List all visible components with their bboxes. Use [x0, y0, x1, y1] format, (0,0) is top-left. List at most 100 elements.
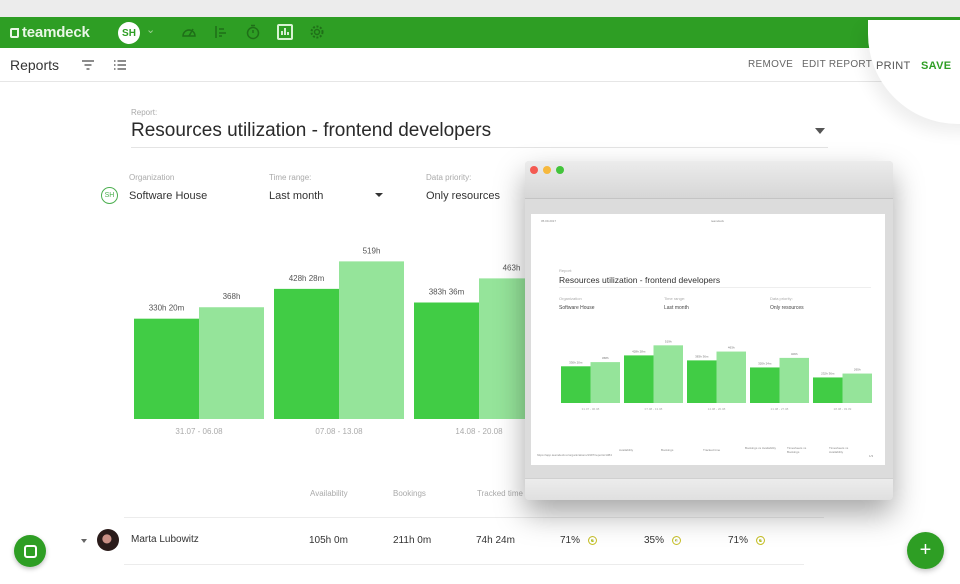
print-time-range: Last month [664, 305, 689, 311]
x-tick-label: 28.08 - 03.09 [834, 407, 852, 411]
dashboard-icon[interactable] [181, 24, 197, 40]
bar-value-label: 463h [728, 346, 735, 350]
bar-bookings [716, 351, 746, 403]
caret-down-icon[interactable] [375, 193, 383, 197]
app-logo[interactable]: teamdeck [10, 24, 90, 41]
print-time-range-label: Time range: [664, 296, 686, 301]
bar-value-label: 463h [503, 263, 521, 272]
bar-value-label: 406h [791, 352, 798, 356]
organization-label: Organization [129, 173, 175, 182]
reports-icon[interactable] [277, 24, 293, 40]
bar-availability [414, 302, 479, 419]
add-button[interactable]: + [907, 532, 944, 569]
bookings-vs-availability-cell: 71% [560, 535, 581, 546]
divider [124, 517, 824, 518]
print-button[interactable]: PRINT [876, 60, 911, 72]
timesheets-vs-bookings-cell: 35% [644, 535, 665, 546]
print-page-number: 1/3 [869, 454, 874, 458]
timeline-icon[interactable] [213, 24, 229, 40]
organization-avatar[interactable]: SH [118, 22, 140, 44]
bar-availability [687, 360, 717, 403]
tracked-time-cell: 74h 24m [476, 535, 515, 546]
progress-pie-icon [672, 536, 681, 545]
bar-value-label: 428h 28m [289, 274, 325, 283]
edit-report-button[interactable]: EDIT REPORT [802, 59, 872, 70]
bar-value-label: 383h 36m [695, 354, 709, 358]
bar-availability [134, 318, 199, 419]
print-organization-label: Organization [559, 296, 582, 301]
bookings-cell: 211h 0m [393, 535, 432, 546]
bar-availability [813, 377, 843, 403]
print-page: 05.09.2017 teamdeck Report: Resources ut… [531, 214, 885, 465]
print-column-header: Availability [619, 448, 634, 452]
highlight-spotlight [868, 20, 960, 124]
chat-icon [23, 544, 37, 558]
print-column-header: Timesheets vs Availability [829, 446, 849, 454]
divider [124, 564, 804, 565]
report-title-select[interactable]: Resources utilization - frontend develop… [131, 120, 491, 142]
caret-down-icon[interactable] [815, 128, 825, 134]
timer-icon[interactable] [245, 24, 261, 40]
x-tick-label: 31.07 - 06.08 [175, 427, 223, 436]
page-title: Reports [10, 57, 60, 73]
top-navbar: teamdeck SH ⌄ JP [0, 17, 960, 48]
list-icon[interactable] [113, 58, 127, 72]
print-preview-window: 05.09.2017 teamdeck Report: Resources ut… [525, 161, 893, 500]
bar-value-label: 368h [602, 356, 609, 360]
chat-button[interactable] [14, 535, 46, 567]
organization-value[interactable]: Software House [129, 190, 207, 202]
print-report-title: Resources utilization - frontend develop… [559, 275, 721, 285]
print-bar-chart: 330h 20m 368h 31.07 - 06.08 428h 28m 519h 07.… [561, 339, 872, 411]
bar-availability [561, 366, 591, 403]
remove-button[interactable]: REMOVE [748, 59, 793, 70]
settings-icon[interactable] [309, 24, 325, 40]
bar-value-label: 519h [665, 339, 672, 343]
bar-bookings [653, 345, 683, 403]
bar-value-label: 330h 20m [569, 360, 583, 364]
column-header-availability: Availability [310, 489, 348, 498]
print-column-header: Bookings [661, 448, 674, 452]
data-priority-select[interactable]: Only resources [426, 190, 500, 202]
bar-value-label: 320h 24m [758, 361, 772, 365]
print-data-priority-label: Data priority: [770, 296, 793, 301]
bar-value-label: 232h 36m [821, 371, 835, 375]
x-tick-label: 14.08 - 20.08 [708, 407, 726, 411]
bar-bookings [339, 261, 404, 419]
bar-availability [624, 355, 654, 403]
x-tick-label: 21.08 - 27.08 [771, 407, 789, 411]
close-window-icon[interactable] [530, 166, 538, 174]
column-header-tracked-time: Tracked time [477, 489, 523, 498]
reports-toolbar: Reports REMOVE EDIT REPORT [0, 48, 960, 82]
filter-icon[interactable] [81, 58, 95, 72]
avatar [97, 529, 119, 551]
minimize-window-icon[interactable] [543, 166, 551, 174]
x-tick-label: 14.08 - 20.08 [455, 427, 503, 436]
chevron-down-icon[interactable]: ⌄ [146, 23, 155, 36]
bar-value-label: 519h [363, 246, 381, 255]
window-footer [525, 478, 893, 500]
print-date: 05.09.2017 [541, 219, 557, 223]
progress-pie-icon [588, 536, 597, 545]
time-range-select[interactable]: Last month [269, 190, 323, 202]
print-url: https://app.teamdeck.io/organizations/19… [537, 453, 612, 457]
bar-value-label: 383h 36m [429, 287, 465, 296]
maximize-window-icon[interactable] [556, 166, 564, 174]
print-data-priority: Only resources [770, 305, 804, 311]
bar-availability [750, 367, 780, 403]
print-column-header: Timesheets vs Bookings [787, 446, 807, 454]
title-underline [131, 147, 828, 148]
bar-value-label: 265h [854, 368, 861, 372]
bar-value-label: 428h 28m [632, 349, 646, 353]
x-tick-label: 31.07 - 06.08 [582, 407, 600, 411]
data-priority-label: Data priority: [426, 173, 472, 182]
progress-pie-icon [756, 536, 765, 545]
save-button[interactable]: SAVE [921, 60, 951, 72]
bar-bookings [842, 373, 872, 403]
organization-avatar-small: SH [101, 187, 118, 204]
print-organization: Software House [559, 305, 595, 311]
person-name[interactable]: Marta Lubowitz [131, 534, 199, 545]
logo-icon [10, 27, 19, 38]
report-label: Report: [131, 108, 158, 117]
expand-row-icon[interactable] [81, 539, 87, 543]
x-tick-label: 07.08 - 13.08 [315, 427, 363, 436]
